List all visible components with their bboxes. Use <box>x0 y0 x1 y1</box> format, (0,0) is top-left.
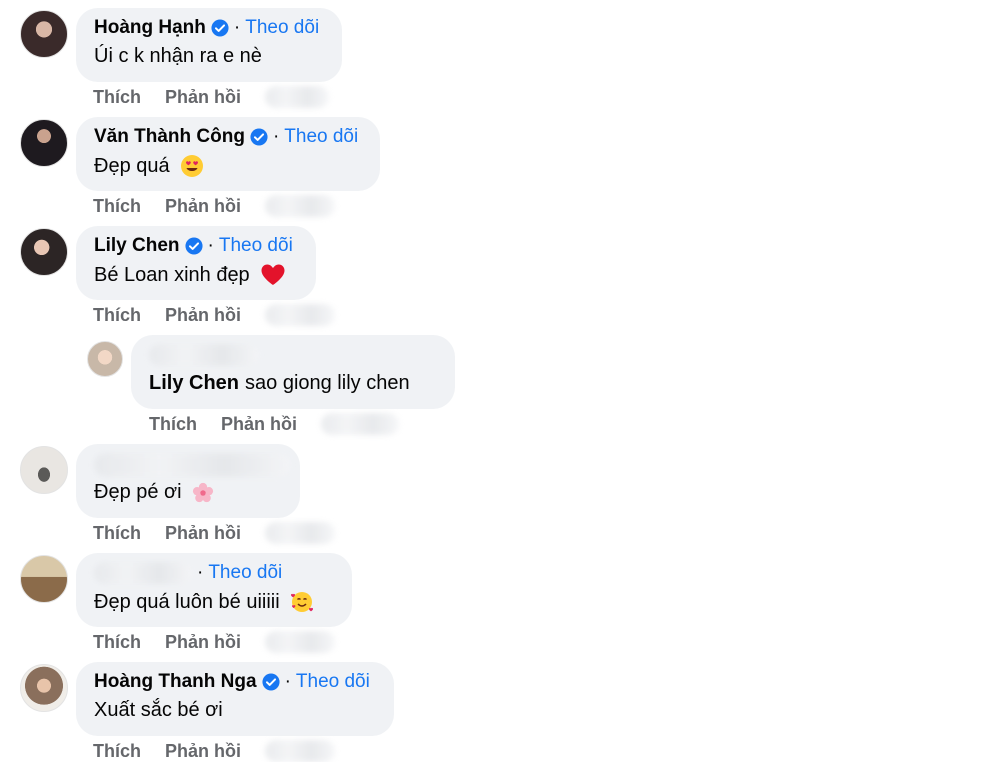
avatar[interactable] <box>87 341 123 377</box>
comment-header <box>94 453 290 477</box>
follow-link[interactable]: Theo dõi <box>219 235 293 257</box>
avatar[interactable] <box>20 664 68 712</box>
separator-dot: · <box>197 562 204 583</box>
comment-actions: Thích Phản hồi <box>93 195 335 217</box>
comment-actions: Thích Phản hồi <box>93 304 335 326</box>
comment-text-row: Lily Chen sao giong lily chen <box>149 372 410 395</box>
comment-text-row: Bé Loan xinh đẹp <box>94 263 286 287</box>
comment-text: Úi c k nhận ra e nè <box>94 45 262 67</box>
comment-item: Lily Chen · Theo dõi Bé Loan xinh đẹp Th… <box>0 218 1000 326</box>
commenter-name[interactable]: Lily Chen <box>94 235 180 257</box>
reply-button[interactable]: Phản hồi <box>165 741 241 762</box>
comment-text: Đẹp pé ơi <box>94 481 182 503</box>
blurred-timestamp <box>265 631 335 653</box>
separator-dot: · <box>272 126 280 147</box>
like-button[interactable]: Thích <box>93 305 141 326</box>
comment-text: Đẹp quá <box>94 154 170 177</box>
reply-button[interactable]: Phản hồi <box>165 523 241 544</box>
commenter-name[interactable]: Hoàng Hạnh <box>94 17 206 39</box>
comment-item: · Theo dõi Đẹp quá luôn bé uiiiii Thích … <box>0 545 1000 653</box>
comment-header: Hoàng Hạnh · Theo dõi <box>94 17 319 39</box>
comment-header: Hoàng Thanh Nga · Theo dõi <box>94 671 370 693</box>
comment-text: sao giong lily chen <box>245 372 410 394</box>
comment-header <box>149 344 259 366</box>
comment-bubble: Hoàng Hạnh · Theo dõi Úi c k nhận ra e n… <box>76 8 342 82</box>
comment-text: Xuất sắc bé ơi <box>94 699 223 721</box>
comment-text-row: Đẹp quá luôn bé uiiiii <box>94 590 314 614</box>
comment-actions: Thích Phản hồi <box>93 631 335 653</box>
reply-button[interactable]: Phản hồi <box>165 305 241 326</box>
comment-item: Văn Thành Công · Theo dõi Đẹp quá Thích … <box>0 109 1000 217</box>
blurred-timestamp <box>265 86 329 108</box>
avatar[interactable] <box>20 119 68 167</box>
red-heart-emoji-icon <box>261 264 285 285</box>
cherry-blossom-emoji-icon <box>192 482 213 502</box>
follow-link[interactable]: Theo dõi <box>296 671 370 693</box>
comment-item: Hoàng Hạnh · Theo dõi Úi c k nhận ra e n… <box>0 0 1000 108</box>
like-button[interactable]: Thích <box>93 87 141 108</box>
verified-badge-icon <box>262 673 280 691</box>
comment-text: Đẹp quá luôn bé uiiiii <box>94 590 280 613</box>
blurred-commenter-name <box>149 344 259 366</box>
like-button[interactable]: Thích <box>93 632 141 653</box>
follow-link[interactable]: Theo dõi <box>284 126 358 148</box>
separator-dot: · <box>284 671 291 692</box>
comment-actions: Thích Phản hồi <box>149 413 399 435</box>
follow-link[interactable]: Theo dõi <box>245 17 319 39</box>
mention-tag[interactable]: Lily Chen <box>149 372 239 395</box>
blurred-timestamp <box>265 522 335 544</box>
comment-text-row: Đẹp quá <box>94 154 204 178</box>
verified-badge-icon <box>250 128 268 146</box>
commenter-name[interactable]: Văn Thành Công <box>94 126 245 148</box>
comment-actions: Thích Phản hồi <box>93 522 335 544</box>
avatar[interactable] <box>20 228 68 276</box>
avatar[interactable] <box>20 446 68 494</box>
verified-badge-icon <box>184 237 203 255</box>
separator-dot: · <box>207 235 214 256</box>
separator-dot: · <box>233 17 241 38</box>
follow-link[interactable]: Theo dõi <box>208 562 282 584</box>
like-button[interactable]: Thích <box>93 741 141 762</box>
blurred-commenter-name <box>94 562 192 584</box>
comment-bubble: Đẹp pé ơi <box>76 444 300 518</box>
reply-button[interactable]: Phản hồi <box>165 87 241 108</box>
comment-header: Văn Thành Công · Theo dõi <box>94 126 358 148</box>
avatar[interactable] <box>20 10 68 58</box>
avatar[interactable] <box>20 555 68 603</box>
comment-bubble: Lily Chen sao giong lily chen <box>131 335 455 409</box>
reply-button[interactable]: Phản hồi <box>221 414 297 435</box>
commenter-name[interactable]: Hoàng Thanh Nga <box>94 671 257 693</box>
blurred-timestamp <box>265 195 335 217</box>
reply-item: Lily Chen sao giong lily chen Thích Phản… <box>0 327 1000 435</box>
like-button[interactable]: Thích <box>93 196 141 217</box>
comment-bubble: Lily Chen · Theo dõi Bé Loan xinh đẹp <box>76 226 316 300</box>
comment-bubble: · Theo dõi Đẹp quá luôn bé uiiiii <box>76 553 352 627</box>
heart-eyes-emoji-icon <box>180 155 203 177</box>
verified-badge-icon <box>211 19 229 37</box>
blurred-timestamp <box>265 740 335 762</box>
comment-text: Bé Loan xinh đẹp <box>94 263 250 286</box>
comment-header: Lily Chen · Theo dõi <box>94 235 293 257</box>
like-button[interactable]: Thích <box>149 414 197 435</box>
reply-button[interactable]: Phản hồi <box>165 196 241 217</box>
like-button[interactable]: Thích <box>93 523 141 544</box>
comment-header: · Theo dõi <box>94 562 282 584</box>
comment-item: Đẹp pé ơi Thích Phản hồi <box>0 436 1000 544</box>
comment-item: Hoàng Thanh Nga · Theo dõi Xuất sắc bé ơ… <box>0 654 1000 762</box>
comment-bubble: Hoàng Thanh Nga · Theo dõi Xuất sắc bé ơ… <box>76 662 394 736</box>
smiling-hearts-emoji-icon <box>290 592 313 612</box>
comment-actions: Thích Phản hồi <box>93 86 329 108</box>
blurred-timestamp <box>321 413 399 435</box>
comment-actions: Thích Phản hồi <box>93 740 335 762</box>
comment-text-row: Đẹp pé ơi <box>94 481 214 504</box>
blurred-commenter-name <box>94 453 290 477</box>
reply-button[interactable]: Phản hồi <box>165 632 241 653</box>
comment-bubble: Văn Thành Công · Theo dõi Đẹp quá <box>76 117 380 191</box>
blurred-timestamp <box>265 304 335 326</box>
